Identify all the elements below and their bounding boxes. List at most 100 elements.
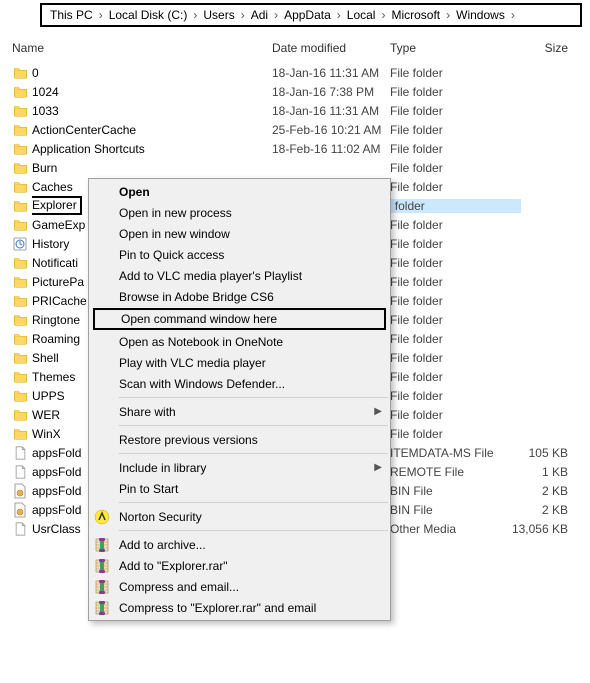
file-icon [12, 521, 28, 537]
file-type: File folder [390, 332, 508, 346]
menu-item[interactable]: Share with▶ [89, 401, 390, 422]
file-type: File folder [370, 199, 521, 213]
file-type: File folder [390, 294, 508, 308]
context-menu: Open Open in new process Open in new windo… [88, 178, 391, 621]
breadcrumb-item[interactable]: AppData [280, 8, 335, 22]
file-type: File folder [390, 313, 508, 327]
menu-item[interactable]: Open as Notebook in OneNote [89, 331, 390, 352]
menu-item[interactable]: Open command window here [93, 308, 386, 330]
file-date: 18-Jan-16 11:31 AM [272, 104, 390, 118]
folder-icon [12, 65, 28, 81]
submenu-arrow-icon: ▶ [374, 406, 382, 417]
breadcrumb-item[interactable]: Windows [452, 8, 509, 22]
file-type: File folder [390, 85, 508, 99]
file-type: File folder [390, 408, 508, 422]
file-type: File folder [390, 256, 508, 270]
menu-item-label: Include in library [119, 461, 206, 475]
menu-item-label: Open in new window [119, 227, 230, 241]
chevron-right-icon: › [193, 8, 197, 22]
menu-separator [119, 397, 388, 398]
breadcrumb-item[interactable]: Users [199, 8, 238, 22]
breadcrumb-item[interactable]: Microsoft [387, 8, 444, 22]
breadcrumb-item[interactable]: Local Disk (C:) [105, 8, 192, 22]
file-name: 1033 [32, 104, 272, 118]
file-type: File folder [390, 161, 508, 175]
menu-separator [119, 453, 388, 454]
file-type: Other Media [390, 522, 508, 536]
menu-item-label: Open as Notebook in OneNote [119, 335, 283, 349]
file-type: File folder [390, 180, 508, 194]
file-type: File folder [390, 123, 508, 137]
menu-separator [119, 530, 388, 531]
breadcrumb-item[interactable]: This PC [46, 8, 97, 22]
menu-item[interactable]: Open in new process [89, 202, 390, 223]
file-type: File folder [390, 275, 508, 289]
folder-icon [12, 255, 28, 271]
bin-icon [12, 502, 28, 518]
file-type: File folder [390, 218, 508, 232]
folder-icon [12, 369, 28, 385]
table-row[interactable]: 018-Jan-16 11:31 AMFile folder [0, 63, 590, 82]
menu-item[interactable]: Add to archive... [89, 534, 390, 555]
table-row[interactable]: ActionCenterCache25-Feb-16 10:21 AMFile … [0, 120, 590, 139]
file-type: File folder [390, 237, 508, 251]
file-size: 105 KB [508, 446, 568, 460]
table-row[interactable]: Application Shortcuts18-Feb-16 11:02 AMF… [0, 139, 590, 158]
menu-item[interactable]: Browse in Adobe Bridge CS6 [89, 286, 390, 307]
file-type: REMOTE File [390, 465, 508, 479]
menu-item-label: Pin to Quick access [119, 248, 224, 262]
menu-item[interactable]: Add to "Explorer.rar" [89, 555, 390, 576]
chevron-right-icon: › [446, 8, 450, 22]
menu-item[interactable]: Restore previous versions [89, 429, 390, 450]
menu-item[interactable]: Compress and email... [89, 576, 390, 597]
menu-item-label: Compress and email... [119, 580, 239, 594]
breadcrumb[interactable]: This PC›Local Disk (C:)›Users›Adi›AppDat… [40, 3, 582, 27]
chevron-right-icon: › [274, 8, 278, 22]
history-icon [12, 236, 28, 252]
folder-icon [12, 331, 28, 347]
file-size: 2 KB [508, 484, 568, 498]
folder-icon [12, 141, 28, 157]
file-type: File folder [390, 389, 508, 403]
file-type: ITEMDATA-MS File [390, 446, 508, 460]
menu-item[interactable]: Pin to Quick access [89, 244, 390, 265]
table-row[interactable]: 102418-Jan-16 7:38 PMFile folder [0, 82, 590, 101]
file-type: File folder [390, 104, 508, 118]
folder-icon [12, 293, 28, 309]
column-headers: Name Date modified Type Size [0, 30, 590, 59]
table-row[interactable]: Burn File folder [0, 158, 590, 177]
file-date: 18-Jan-16 11:31 AM [272, 66, 390, 80]
menu-item[interactable]: Add to VLC media player's Playlist [89, 265, 390, 286]
folder-icon [12, 122, 28, 138]
menu-item[interactable]: Play with VLC media player [89, 352, 390, 373]
file-name: Burn [32, 161, 272, 175]
file-type: BIN File [390, 503, 508, 517]
chevron-right-icon: › [99, 8, 103, 22]
table-row[interactable]: 103318-Jan-16 11:31 AMFile folder [0, 101, 590, 120]
folder-icon [12, 274, 28, 290]
column-type[interactable]: Type [390, 41, 508, 55]
folder-icon [12, 103, 28, 119]
menu-item[interactable]: Open in new window [89, 223, 390, 244]
menu-item[interactable]: Open [89, 181, 390, 202]
menu-item[interactable]: Include in library▶ [89, 457, 390, 478]
breadcrumb-item[interactable]: Adi [247, 8, 272, 22]
menu-item[interactable]: Pin to Start [89, 478, 390, 499]
file-date: 18-Feb-16 11:02 AM [272, 142, 390, 156]
menu-item-label: Scan with Windows Defender... [119, 377, 285, 391]
menu-item[interactable]: Norton Security [89, 506, 390, 527]
chevron-right-icon: › [511, 8, 515, 22]
chevron-right-icon: › [241, 8, 245, 22]
folder-icon [12, 388, 28, 404]
menu-item-label: Restore previous versions [119, 433, 258, 447]
column-name[interactable]: Name [12, 41, 272, 55]
file-type: File folder [390, 427, 508, 441]
breadcrumb-item[interactable]: Local [343, 8, 380, 22]
file-type: File folder [390, 370, 508, 384]
menu-item-label: Open [119, 185, 150, 199]
menu-item[interactable]: Scan with Windows Defender... [89, 373, 390, 394]
column-date[interactable]: Date modified [272, 41, 390, 55]
menu-item-label: Browse in Adobe Bridge CS6 [119, 290, 274, 304]
folder-icon [12, 312, 28, 328]
column-size[interactable]: Size [508, 41, 568, 55]
